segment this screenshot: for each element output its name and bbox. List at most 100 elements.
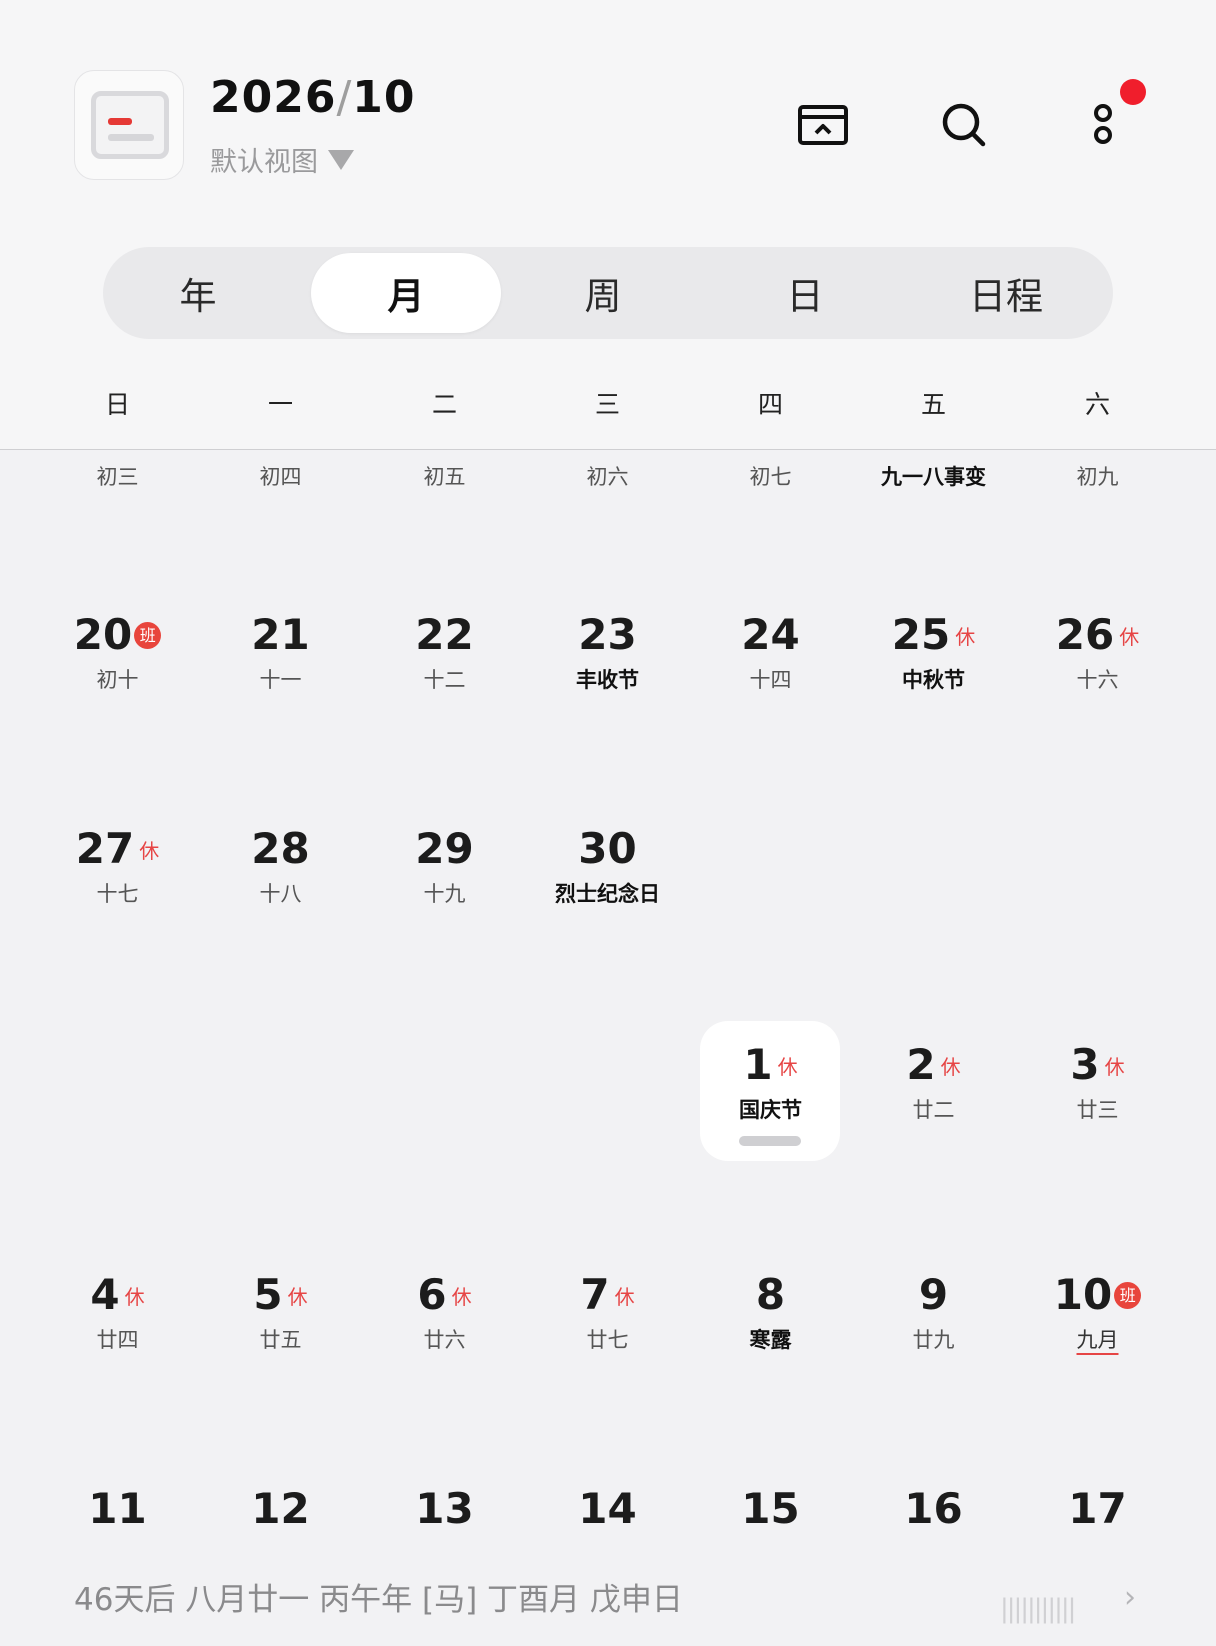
holiday-badge: 休 [777,1055,798,1079]
day-number: 21 [251,610,310,659]
day-number: 7 [580,1270,610,1319]
lunar-label: 廿七 [586,1328,629,1352]
lunar-label: 十七 [96,882,139,906]
day-cell[interactable]: 28 十八 [199,824,362,908]
day-number-row: 2休 [852,1040,1015,1090]
day-cell[interactable]: 初六 [526,463,689,491]
day-number: 28 [251,824,310,873]
calendar-card-icon [91,91,169,159]
holiday-badge: 休 [124,1285,145,1309]
icon-red-line [108,118,132,125]
day-cell[interactable]: 6 休廿六 [363,1270,526,1354]
day-number-row: 28 [199,824,362,874]
day-cell[interactable]: 26 休十六 [1016,610,1179,694]
day-cell[interactable]: 12 [199,1484,362,1534]
holiday-badge: 休 [614,1285,635,1309]
view-tabs: 年 月 周 日 日程 [103,247,1113,339]
weekday-label: 一 [267,390,293,419]
day-cell[interactable]: 30 烈士纪念日 [526,824,689,908]
day-number-row: 25 休 [852,610,1015,660]
lunar-label: 初十 [96,668,139,692]
day-cell[interactable]: 7 休廿七 [526,1270,689,1354]
icon-gray-line [108,134,154,141]
title-slash: / [336,72,353,123]
archive-button[interactable] [793,95,853,155]
day-cell[interactable]: 九一八事变 [852,463,1015,491]
day-cell[interactable]: 初九 [1016,463,1179,491]
day-cell[interactable]: 24 十四 [689,610,852,694]
day-number-row: 26 休 [1016,610,1179,660]
day-number: 26 [1055,610,1115,659]
day-cell[interactable]: 初五 [363,463,526,491]
day-cell[interactable]: 初四 [199,463,362,491]
weekday-label: 四 [757,390,783,419]
lunar-label: 初三 [96,465,139,489]
tab-schedule[interactable]: 日程 [911,253,1101,333]
day-number: 15 [741,1484,800,1533]
day-cell[interactable]: 27 休十七 [36,824,199,908]
day-number: 17 [1068,1484,1127,1533]
day-cell[interactable]: 21 十一 [199,610,362,694]
day-cell[interactable]: 15 [689,1484,852,1534]
day-cell[interactable]: 8 寒露 [689,1270,852,1354]
lunar-label: 初五 [423,465,466,489]
day-number-row: 16 [852,1484,1015,1534]
day-number: 29 [415,824,474,873]
day-cell[interactable]: 13 [363,1484,526,1534]
holiday-badge: 休 [1104,1055,1125,1079]
search-button[interactable] [934,95,994,155]
day-number-row: 3休 [1016,1040,1179,1090]
day-cell[interactable]: 10 班九月 [1016,1270,1179,1354]
lunar-label: 初四 [259,465,302,489]
day-cell[interactable]: 16 [852,1484,1015,1534]
day-cell[interactable]: 2 休廿二 [852,1040,1015,1124]
chevron-right-icon[interactable]: › [1124,1580,1136,1615]
day-cell[interactable]: 初三 [36,463,199,491]
day-cell[interactable]: 20 班初十 [36,610,199,694]
lunar-label: 廿三 [1076,1098,1119,1122]
day-cell[interactable]: 初七 [689,463,852,491]
day-cell[interactable]: 25 休中秋节 [852,610,1015,694]
day-number-row: 20 班 [36,610,199,660]
lunar-label: 十六 [1076,668,1119,692]
day-cell[interactable]: 23 丰收节 [526,610,689,694]
day-number: 30 [578,824,637,873]
lunar-label: 廿九 [912,1328,955,1352]
day-number-row: 24 [689,610,852,660]
day-number: 5 [253,1270,283,1319]
day-cell[interactable]: 22 十二 [363,610,526,694]
month-title[interactable]: 2026/10 [210,72,416,123]
lunar-label: 国庆节 [739,1098,802,1122]
lunar-label: 初七 [749,465,792,489]
day-cell[interactable]: 14 [526,1484,689,1534]
top-area [0,0,1216,450]
weekday-label: 六 [1084,390,1110,419]
tab-year[interactable]: 年 [103,253,293,333]
view-selector-label: 默认视图 [210,147,318,178]
today-indicator-bar [739,1136,801,1146]
day-number: 16 [904,1484,963,1533]
view-selector[interactable]: 默认视图 [210,140,354,179]
tab-week[interactable]: 周 [508,253,698,333]
day-number-row: 17 [1016,1484,1179,1534]
day-cell[interactable]: 1 休国庆节 [689,1040,852,1124]
day-cell[interactable]: 29 十九 [363,824,526,908]
day-cell[interactable]: 3 休廿三 [1016,1040,1179,1124]
tab-month[interactable]: 月 [311,253,501,333]
lunar-label: 九一八事变 [881,465,986,489]
tab-day[interactable]: 日 [710,253,900,333]
archive-icon [798,105,848,145]
day-cell[interactable]: 4 休廿四 [36,1270,199,1354]
day-number: 2 [906,1040,936,1089]
day-cell[interactable]: 11 [36,1484,199,1534]
lunar-label: 九月 [1076,1328,1119,1352]
day-cell[interactable]: 17 [1016,1484,1179,1534]
day-cell[interactable]: 9 廿九 [852,1270,1015,1354]
day-number-row: 6休 [363,1270,526,1320]
lunar-label: 十八 [259,882,302,906]
day-cell[interactable]: 5 休廿五 [199,1270,362,1354]
calendar-app-icon[interactable] [74,70,184,180]
day-number: 8 [755,1270,786,1319]
header-divider [0,449,1216,450]
lunar-info-footer[interactable]: 46天后 八月廿一 丙午年 [马] 丁酉月 戊申日 [74,1574,683,1619]
